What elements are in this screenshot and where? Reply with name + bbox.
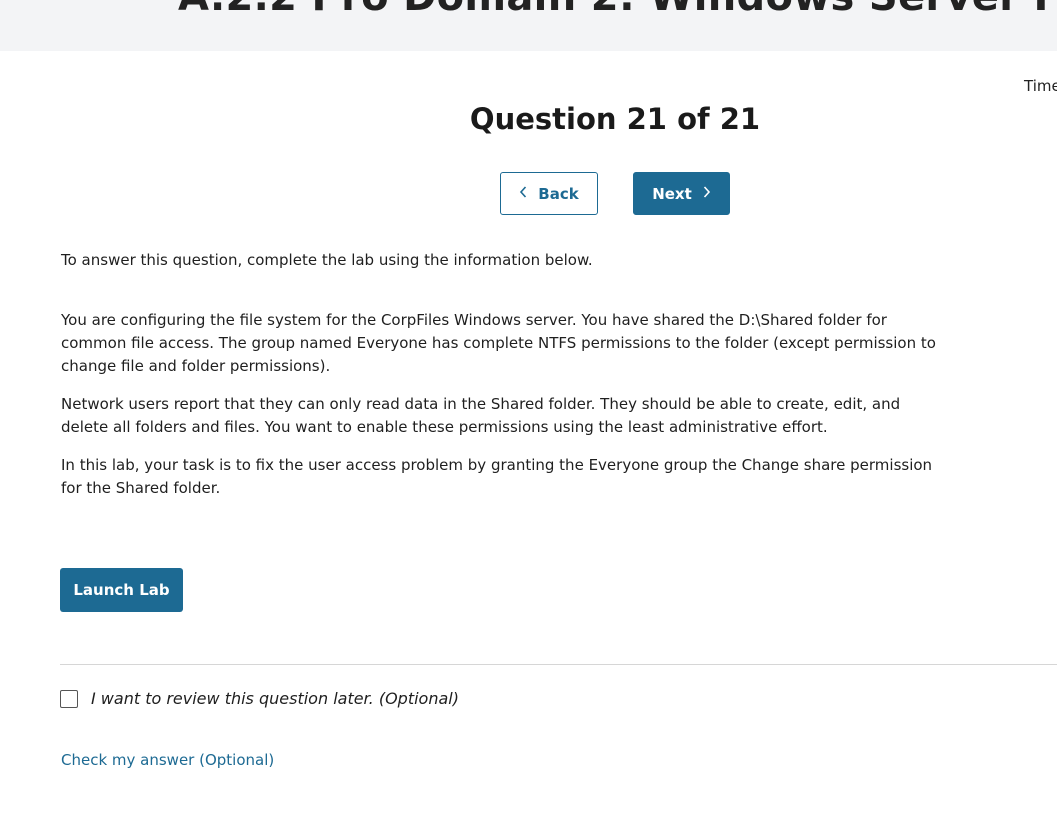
chevron-left-icon (519, 185, 528, 202)
back-button[interactable]: Back (500, 172, 598, 215)
next-button-label: Next (652, 184, 692, 203)
divider (60, 664, 1057, 665)
check-answer-link[interactable]: Check my answer (Optional) (61, 751, 274, 769)
review-later-option[interactable]: I want to review this question later. (O… (60, 689, 459, 708)
question-heading: Question 21 of 21 (469, 102, 761, 136)
next-button[interactable]: Next (633, 172, 730, 215)
review-later-label[interactable]: I want to review this question later. (O… (91, 689, 459, 708)
launch-lab-button[interactable]: Launch Lab (60, 568, 183, 612)
page-title: A.2.2 Pro Domain 2: Windows Server File … (178, 0, 1057, 20)
top-header-bar: A.2.2 Pro Domain 2: Windows Server File … (0, 0, 1057, 51)
back-button-label: Back (538, 184, 579, 203)
scenario-paragraph: Network users report that they can only … (61, 395, 901, 436)
review-later-checkbox[interactable] (60, 689, 78, 708)
scenario-paragraph: You are configuring the file system for … (61, 311, 936, 375)
chevron-right-icon (702, 185, 711, 202)
task-paragraph: In this lab, your task is to fix the use… (61, 456, 933, 497)
instruction-text: To answer this question, complete the la… (61, 251, 593, 269)
timer-label: Time (1024, 77, 1057, 95)
question-content: To answer this question, complete the la… (61, 249, 941, 515)
